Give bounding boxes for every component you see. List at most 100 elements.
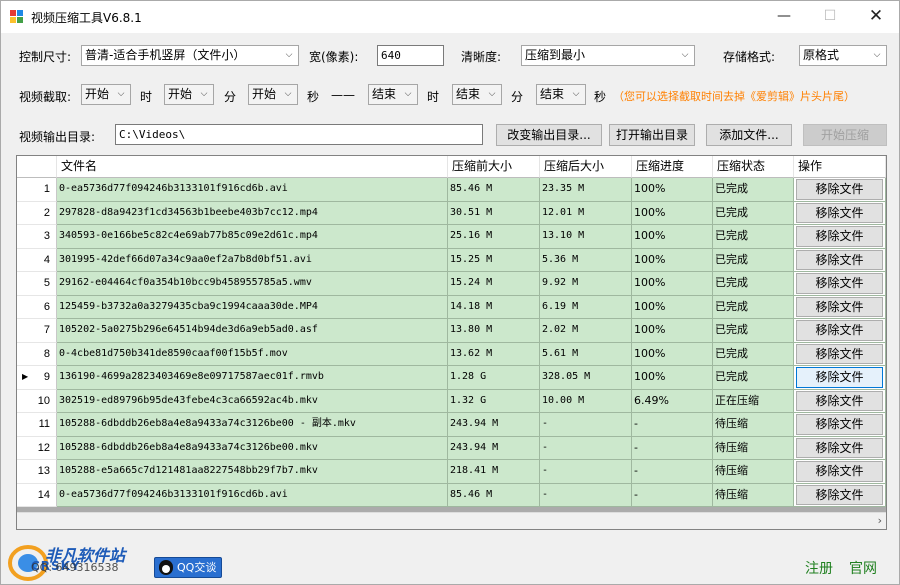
output-dir-label: 视频输出目录: [19,130,96,144]
end-hour-select[interactable]: 结束 ⌵ [368,84,418,105]
remove-file-button[interactable]: 移除文件 [796,390,883,411]
change-output-dir-button[interactable]: 改变输出目录... [496,124,602,146]
row-number: 10 [17,389,57,413]
qq-chat-button[interactable]: QQ交谈 [154,557,222,578]
second-unit-label: 秒 [307,90,320,104]
cell-size-after: 2.02 M [540,319,632,343]
chevron-down-icon: ⌵ [284,89,292,99]
chevron-down-icon: ⌵ [681,50,689,60]
remove-file-button[interactable]: 移除文件 [796,320,883,341]
cell-progress: - [632,460,713,484]
remove-file-button[interactable]: 移除文件 [796,249,883,270]
remove-file-button[interactable]: 移除文件 [796,461,883,482]
output-dir-input[interactable]: C:\Videos\ [115,124,483,145]
format-select[interactable]: 原格式 ⌵ [799,45,887,66]
cell-size-after: 9.92 M [540,272,632,296]
column-header-action[interactable]: 操作 [794,156,886,178]
hour-unit-label: 时 [140,90,153,104]
maximize-button[interactable]: ☐ [807,1,853,33]
remove-file-button[interactable]: 移除文件 [796,343,883,364]
column-header-size-before[interactable]: 压缩前大小 [448,156,540,178]
remove-file-button[interactable]: 移除文件 [796,367,883,388]
start-minute-value: 开始 [168,87,193,101]
hour-unit-label-2: 时 [427,90,440,104]
header-corner [17,156,57,178]
start-minute-select[interactable]: 开始 ⌵ [164,84,214,105]
row-number: 7 [17,319,57,343]
cell-size-before: 243.94 M [448,413,540,437]
remove-file-button[interactable]: 移除文件 [796,273,883,294]
register-link[interactable]: 注册 [805,558,833,578]
row-number: 12 [17,436,57,460]
cell-status: 已完成 [713,295,794,319]
cell-action: 移除文件 [794,225,886,249]
table-row[interactable]: 13 105288-e5a665c7d121481aa8227548bb29f7b… [17,460,886,484]
table-row[interactable]: 3 340593-0e166be5c82c4e69ab77b85c09e2d61c… [17,225,886,249]
end-second-select[interactable]: 结束 ⌵ [536,84,586,105]
table-row[interactable]: 2 297828-d8a9423f1cd34563b1beebe403b7cc12… [17,201,886,225]
start-second-value: 开始 [252,87,277,101]
table-row[interactable]: 10 302519-ed89796b95de43febe4c3ca66592ac4… [17,389,886,413]
table-row[interactable]: 8 0-4cbe81d750b341de8590caaf00f15b5f.mov 1… [17,342,886,366]
cell-filename: 340593-0e166be5c82c4e69ab77b85c09e2d61c.… [57,225,448,249]
minimize-button[interactable]: — [761,1,807,33]
table-row[interactable]: 4 301995-42def66d07a34c9aa0ef2a7b8d0bf51.… [17,248,886,272]
column-header-progress[interactable]: 压缩进度 [632,156,713,178]
row-number: 6 [17,295,57,319]
cell-size-after: 13.10 M [540,225,632,249]
clarity-select[interactable]: 压缩到最小 ⌵ [521,45,695,66]
horizontal-scrollbar[interactable]: › [17,512,886,529]
size-select[interactable]: 普清-适合手机竖屏（文件小） ⌵ [81,45,299,66]
table-row[interactable]: 1 0-ea5736d77f094246b3133101f916cd6b.avi 8… [17,178,886,202]
website-link[interactable]: 官网 [849,558,877,578]
start-second-select[interactable]: 开始 ⌵ [248,84,298,105]
open-output-dir-button[interactable]: 打开输出目录 [609,124,695,146]
cell-size-before: 1.32 G [448,389,540,413]
remove-file-button[interactable]: 移除文件 [796,179,883,200]
cell-filename: 0-4cbe81d750b341de8590caaf00f15b5f.mov [57,342,448,366]
cell-size-before: 13.80 M [448,319,540,343]
remove-file-button[interactable]: 移除文件 [796,296,883,317]
cell-size-after: 5.36 M [540,248,632,272]
table-row[interactable]: 6 125459-b3732a0a3279435cba9c1994caaa30de… [17,295,886,319]
cell-status: 已完成 [713,248,794,272]
cell-progress: 6.49% [632,389,713,413]
table-row[interactable]: 5 29162-e04464cf0a354b10bcc9b458955785a5.… [17,272,886,296]
add-file-button[interactable]: 添加文件... [706,124,792,146]
cell-size-before: 14.18 M [448,295,540,319]
row-number: 11 [17,413,57,437]
cell-action: 移除文件 [794,342,886,366]
cell-status: 已完成 [713,225,794,249]
remove-file-button[interactable]: 移除文件 [796,202,883,223]
remove-file-button[interactable]: 移除文件 [796,414,883,435]
remove-file-button[interactable]: 移除文件 [796,226,883,247]
close-button[interactable]: ✕ [853,1,899,33]
scroll-right-icon[interactable]: › [878,513,882,529]
table-row[interactable]: 14 0-ea5736d77f094246b3133101f916cd6b.avi… [17,483,886,507]
row-number: 5 [17,272,57,296]
column-header-size-after[interactable]: 压缩后大小 [540,156,632,178]
chevron-down-icon: ⌵ [117,89,125,99]
end-second-value: 结束 [540,87,565,101]
column-header-filename[interactable]: 文件名 [57,156,448,178]
remove-file-button[interactable]: 移除文件 [796,437,883,458]
width-input[interactable]: 640 [377,45,444,66]
qq-number: QQ: 649316538 [31,561,119,574]
table-row[interactable]: 7 105202-5a0275b296e64514b94de3d6a9eb5ad0… [17,319,886,343]
clarity-label: 清晰度: [461,50,502,64]
cell-filename: 125459-b3732a0a3279435cba9c1994caaa30de.… [57,295,448,319]
table-row[interactable]: 11 105288-6dbddb26eb8a4e8a9433a74c3126be0… [17,413,886,437]
cell-size-before: 13.62 M [448,342,540,366]
table-row[interactable]: 12 105288-6dbddb26eb8a4e8a9433a74c3126be0… [17,436,886,460]
start-compress-button[interactable]: 开始压缩 [803,124,887,146]
start-hour-select[interactable]: 开始 ⌵ [81,84,131,105]
chevron-down-icon: ⌵ [488,89,496,99]
row-number: 2 [17,201,57,225]
row-number: 1 [17,178,57,202]
end-minute-select[interactable]: 结束 ⌵ [452,84,502,105]
cell-progress: - [632,413,713,437]
chevron-down-icon: ⌵ [200,89,208,99]
remove-file-button[interactable]: 移除文件 [796,484,883,505]
table-row[interactable]: 9 136190-4699a2823403469e8e09717587aec01f… [17,366,886,390]
column-header-status[interactable]: 压缩状态 [713,156,794,178]
